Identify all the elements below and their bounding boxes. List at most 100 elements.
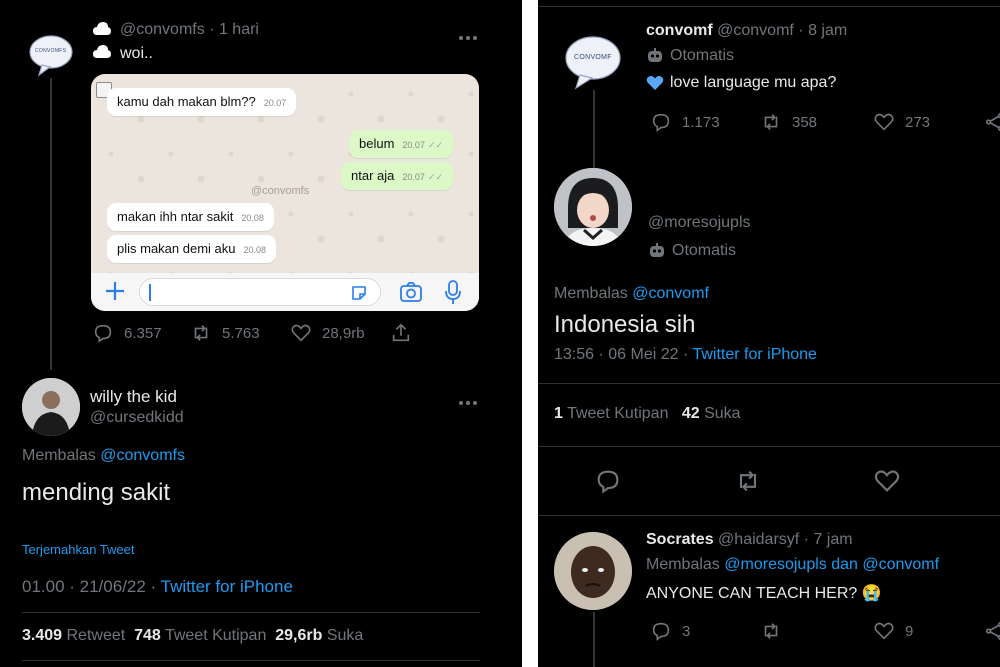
like-stat-label[interactable]: Suka <box>327 627 363 644</box>
divider <box>22 612 480 613</box>
replying-prefix: Membalas <box>646 556 720 573</box>
reply-icon <box>597 470 619 494</box>
share-action[interactable] <box>984 620 1000 642</box>
reply-meta: 01.00 · 21/06/22 · Twitter for iPhone <box>22 577 293 597</box>
chat-message-text: makan ihh ntar sakit <box>117 209 234 224</box>
thread-line <box>593 612 595 667</box>
reply-icon <box>652 113 670 132</box>
like-count: 273 <box>905 113 931 131</box>
tweet-handle[interactable]: @convomfs <box>120 21 205 38</box>
divider <box>538 446 1000 447</box>
camera-icon[interactable] <box>399 281 423 303</box>
reply-action[interactable] <box>594 467 622 495</box>
message-input[interactable] <box>139 278 381 306</box>
haidarsyf-avatar[interactable] <box>554 532 632 610</box>
reply-action[interactable]: 6.357 <box>92 322 162 344</box>
tweet-header: @convomfs · 1 hari <box>120 21 259 38</box>
retweet-count: 358 <box>792 113 818 131</box>
reply-action[interactable]: 3 <box>650 620 690 642</box>
share-action[interactable] <box>984 111 1000 133</box>
reply-text: Indonesia sih <box>554 311 696 338</box>
heart-icon <box>291 324 311 342</box>
reply-source[interactable]: Twitter for iPhone <box>692 346 817 363</box>
thread-line <box>50 78 52 370</box>
reply-count: 1.173 <box>682 113 720 131</box>
tweet-time[interactable]: 1 hari <box>219 21 259 38</box>
tweet-text: woi.. <box>120 45 153 62</box>
quote-stat-label[interactable]: Tweet Kutipan <box>567 405 668 422</box>
like-action[interactable] <box>873 467 901 495</box>
retweet-icon <box>764 114 778 130</box>
plus-icon[interactable] <box>103 279 127 303</box>
automated-text: Otomatis <box>672 242 737 259</box>
quote-stat-label[interactable]: Tweet Kutipan <box>165 627 266 644</box>
reply-icon <box>94 324 112 343</box>
retweet-icon <box>194 325 208 341</box>
like-action[interactable]: 9 <box>873 620 913 642</box>
divider <box>538 383 1000 384</box>
reply-source[interactable]: Twitter for iPhone <box>161 577 293 596</box>
chat-screenshot[interactable]: @convomfs kamu dah makan blm?? 20.07 belu… <box>91 74 479 311</box>
quote-stat-value[interactable]: 1 <box>554 405 563 422</box>
replying-to-link[interactable]: @convomf <box>632 285 709 302</box>
chat-message-text: belum <box>359 136 395 151</box>
replying-to-link[interactable]: @moresojupls dan @convomf <box>724 556 939 573</box>
quote-stat-value[interactable]: 748 <box>134 627 161 644</box>
reply-handle-text: @cursedkidd <box>90 409 184 426</box>
reply2-author-name[interactable]: Socrates <box>646 531 714 548</box>
replying-to-link[interactable]: @convomfs <box>100 447 185 464</box>
reply-author-handle[interactable]: @cursedkidd <box>90 409 184 427</box>
cloud-icon <box>92 20 112 38</box>
tweet-time[interactable]: 8 jam <box>808 22 847 39</box>
reply-count: 6.357 <box>124 324 162 342</box>
automated-text: Otomatis <box>670 47 735 64</box>
cursedkidd-avatar[interactable] <box>22 378 80 436</box>
retweet-stat-label[interactable]: Retweet <box>67 627 126 644</box>
retweet-action[interactable]: 358 <box>760 111 817 133</box>
chat-watermark: @convomfs <box>251 185 310 197</box>
retweet-action[interactable] <box>760 620 782 642</box>
replying-to: Membalas @convomf <box>554 285 709 303</box>
more-icon[interactable] <box>458 28 478 40</box>
tweet-handle[interactable]: @convomf <box>717 22 794 39</box>
replying-prefix: Membalas <box>554 285 628 302</box>
divider <box>538 515 1000 516</box>
heart-icon <box>874 622 894 640</box>
retweet-icon <box>739 470 757 492</box>
reply-datetime: 13:56 · 06 Mei 22 · <box>554 346 693 363</box>
chat-message: ntar aja 20.07 ✓✓ <box>341 162 453 190</box>
reply-datetime: 01.00 · 21/06/22 · <box>22 577 161 596</box>
convomf-avatar[interactable]: CONVOMF <box>564 32 622 90</box>
read-check-icon: ✓✓ <box>427 140 444 150</box>
like-action[interactable]: 28,9rb <box>290 322 365 344</box>
sticker-icon[interactable] <box>350 284 368 302</box>
reply-meta: 13:56 · 06 Mei 22 · Twitter for iPhone <box>554 346 817 364</box>
more-icon[interactable] <box>458 393 478 405</box>
reply-author-handle[interactable]: @moresojupls <box>648 214 751 232</box>
reply-action[interactable]: 1.173 <box>650 111 720 133</box>
chat-message-text: ntar aja <box>351 168 395 183</box>
like-stat-value[interactable]: 29,6rb <box>275 627 322 644</box>
reply-author-name[interactable]: willy the kid <box>90 387 177 407</box>
microphone-icon[interactable] <box>443 279 463 305</box>
share-action[interactable] <box>390 322 412 344</box>
like-action[interactable]: 273 <box>873 111 930 133</box>
like-count: 9 <box>905 622 914 640</box>
share-icon <box>985 112 1000 132</box>
reply2-text: ANYONE CAN TEACH HER? 😭 <box>646 585 882 602</box>
robot-icon <box>650 243 664 257</box>
convomfs-avatar[interactable]: CONVOMFS <box>28 32 74 78</box>
like-stat-value[interactable]: 42 <box>682 405 700 422</box>
moresojupls-avatar[interactable] <box>554 168 632 246</box>
retweet-stat-value[interactable]: 3.409 <box>22 627 62 644</box>
tweet-author-name[interactable]: convomf <box>646 22 713 39</box>
translate-link[interactable]: Terjemahkan Tweet <box>22 542 135 557</box>
cloud-icon <box>92 43 112 61</box>
like-stat-label[interactable]: Suka <box>704 405 740 422</box>
retweet-action[interactable] <box>733 467 763 495</box>
retweet-action[interactable]: 5.763 <box>190 322 260 344</box>
replying-prefix: Membalas <box>22 447 96 464</box>
chat-message-time: 20.07 <box>402 140 425 150</box>
reply2-handle[interactable]: @haidarsyf <box>718 531 799 548</box>
reply2-time[interactable]: 7 jam <box>813 531 852 548</box>
